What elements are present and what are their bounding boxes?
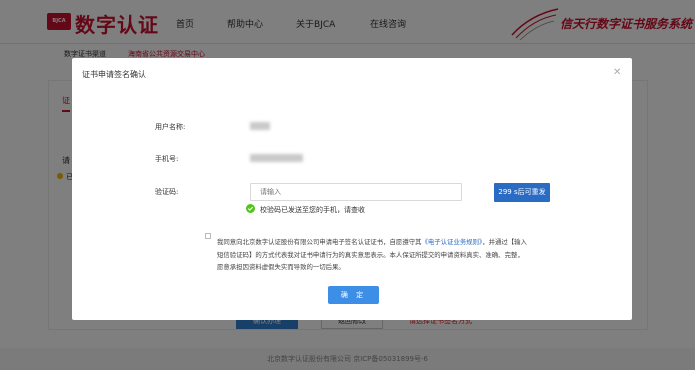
modal-title: 证书申请签名确认 <box>82 70 146 79</box>
agreement-text: 我同意向北京数字认证股份有限公司申请电子签名认证证书，自愿遵守其《电子认证业务规… <box>217 236 529 274</box>
username-value-redacted <box>250 122 270 130</box>
sign-confirm-modal: 证书申请签名确认 ✕ 用户名称: 手机号: 验证码: 299 s后可重发 校验码… <box>72 58 632 320</box>
username-label: 用户名称: <box>155 123 186 131</box>
code-label: 验证码: <box>155 188 179 196</box>
check-circle-icon <box>246 204 255 213</box>
code-sent-message: 校验码已发送至您的手机，请查收 <box>260 206 365 214</box>
verification-code-input[interactable] <box>250 183 462 201</box>
business-rules-link[interactable]: 《电子认证业务规则》 <box>422 238 483 246</box>
agreement-prefix: 我同意向北京数字认证股份有限公司申请电子签名认证证书，自愿遵守其 <box>217 238 422 246</box>
confirm-button[interactable]: 确 定 <box>328 286 379 304</box>
resend-code-button[interactable]: 299 s后可重发 <box>494 183 550 202</box>
close-icon[interactable]: ✕ <box>613 67 621 78</box>
agree-checkbox[interactable] <box>205 233 211 239</box>
phone-value-redacted <box>250 154 303 162</box>
phone-label: 手机号: <box>155 155 179 163</box>
